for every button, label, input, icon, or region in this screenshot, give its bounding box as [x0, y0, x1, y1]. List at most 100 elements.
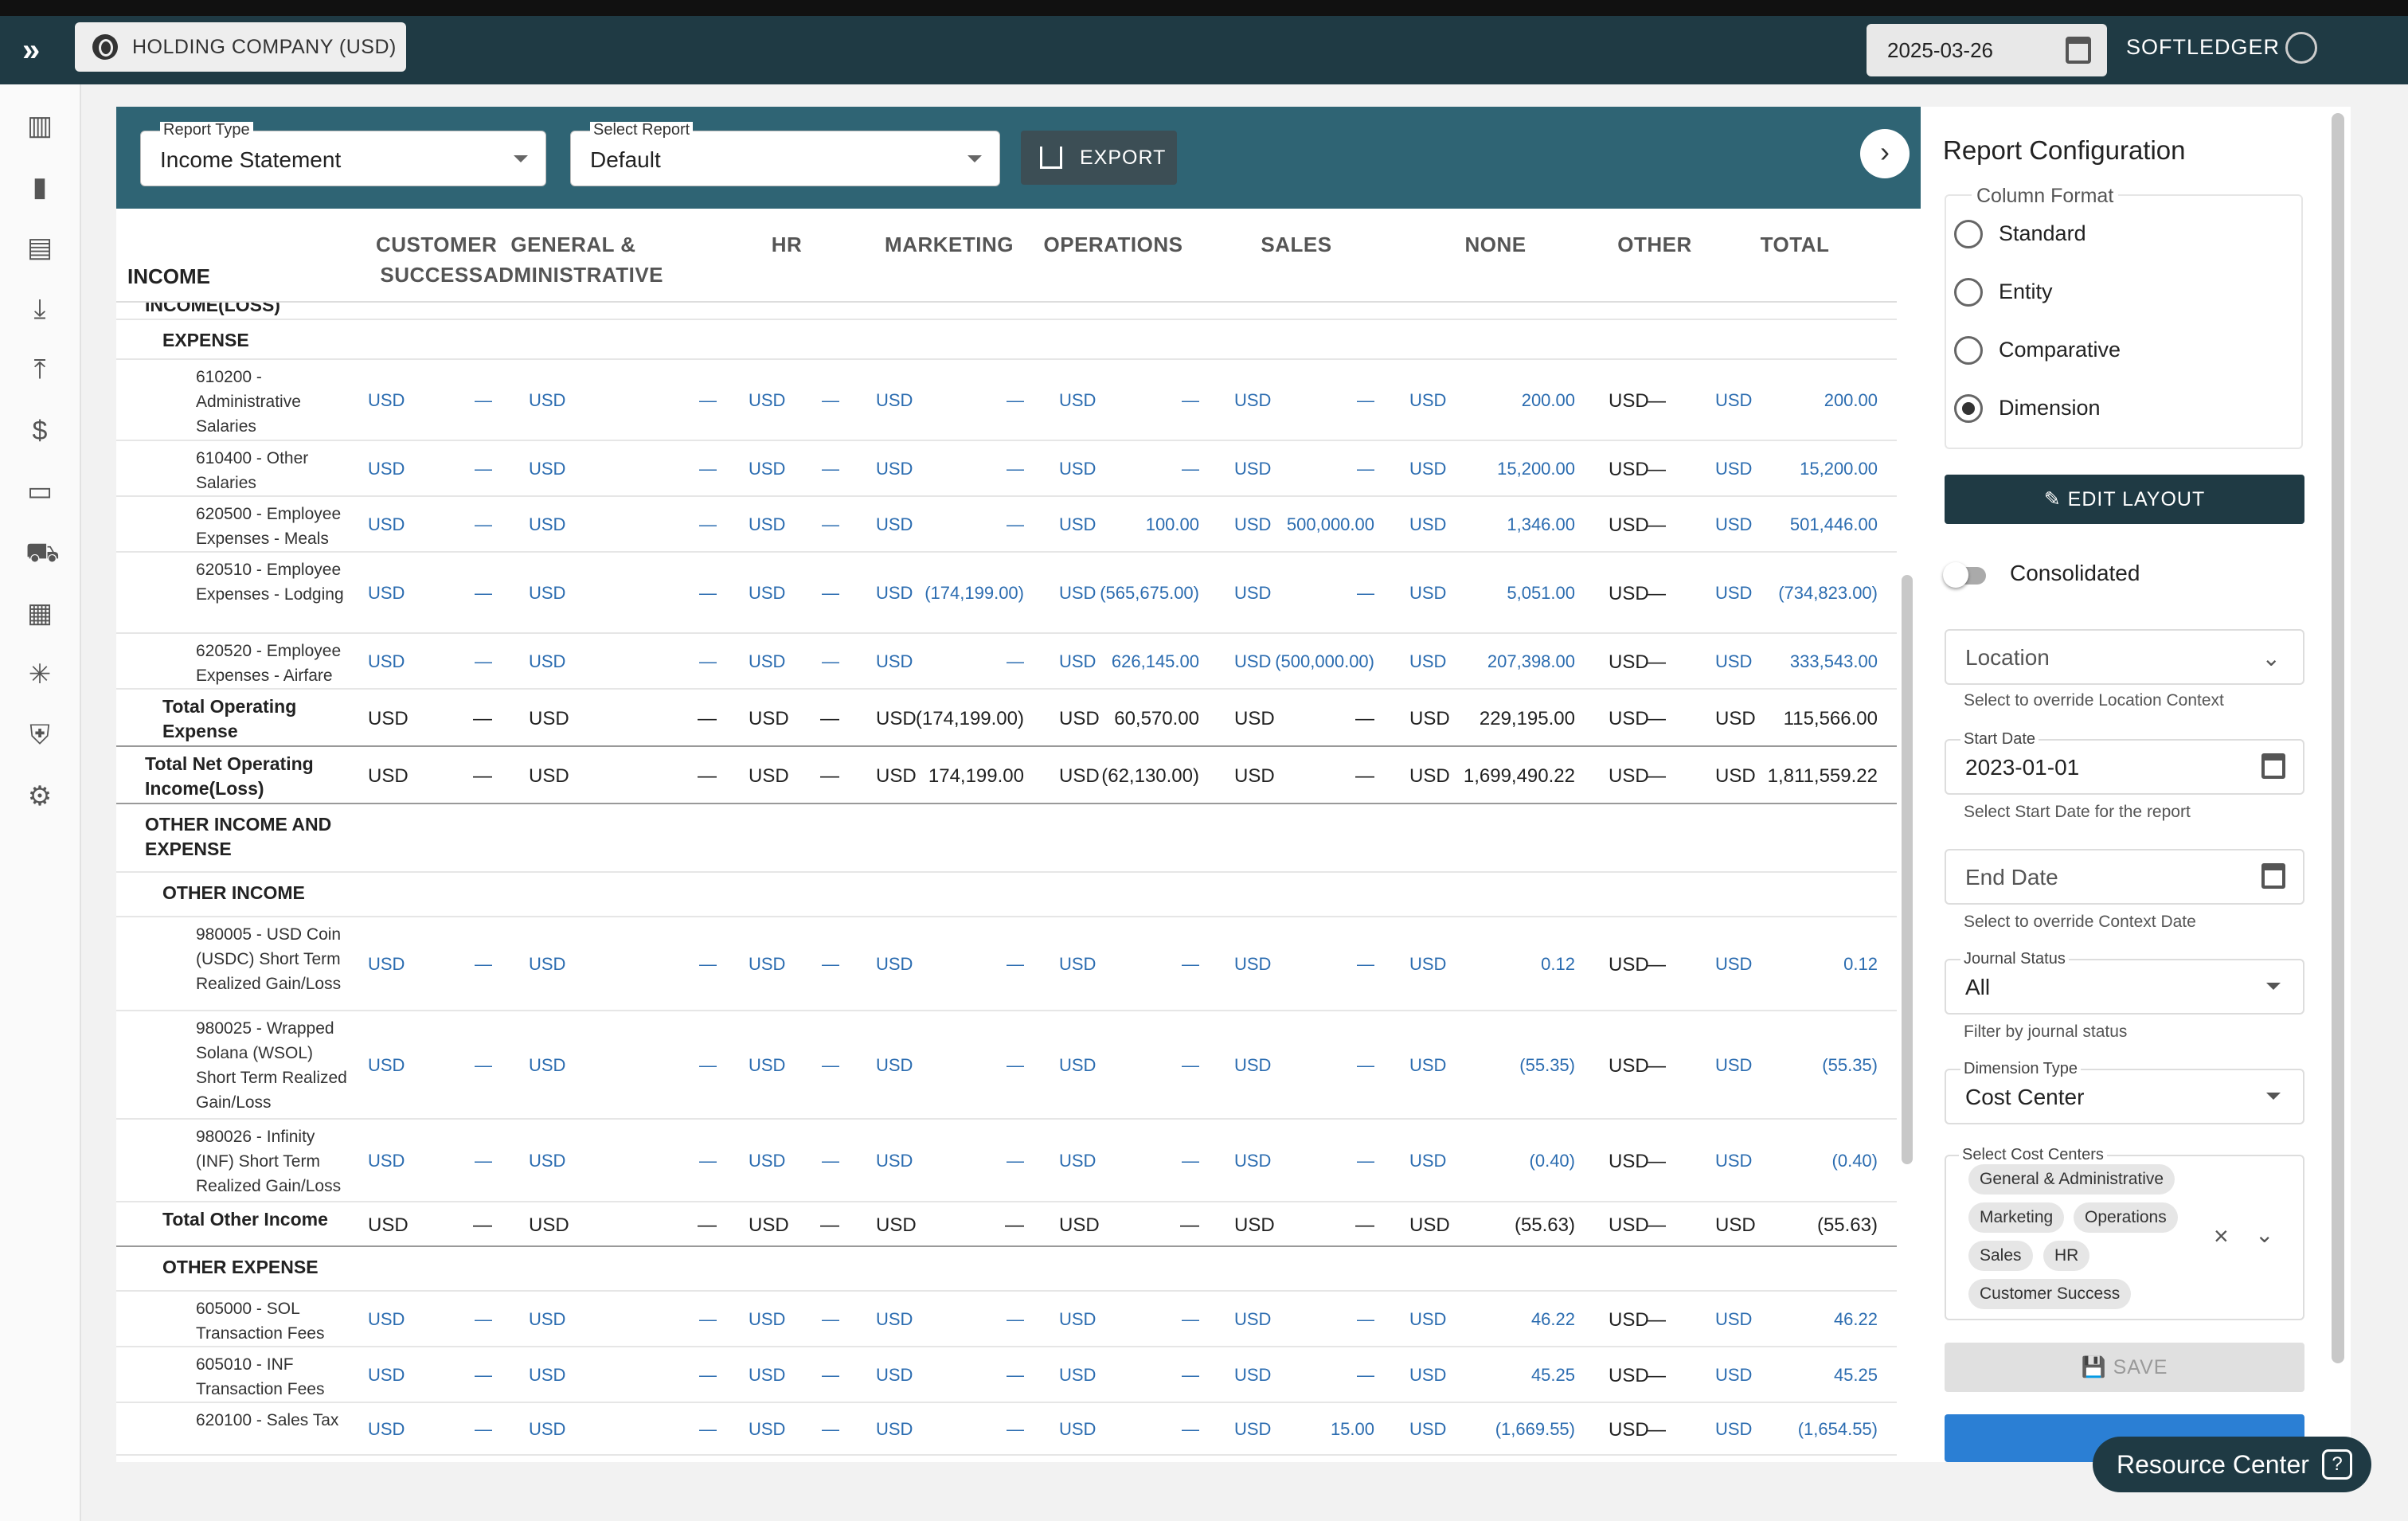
cell-amount[interactable]: 200.00 [1824, 390, 1878, 411]
cell-currency[interactable]: USD [876, 651, 913, 672]
consolidated-toggle[interactable] [1943, 562, 1988, 588]
cell-amount[interactable]: — [1647, 583, 1666, 605]
upload-icon[interactable]: ⤒ [25, 355, 54, 384]
cell-amount[interactable]: — [473, 765, 492, 788]
cell-currency[interactable]: USD [1409, 954, 1446, 975]
next-arrow-button[interactable]: › [1860, 129, 1910, 178]
cell-amount[interactable]: — [699, 390, 717, 411]
cell-amount[interactable]: — [1182, 1151, 1199, 1171]
cell-amount[interactable]: — [699, 1419, 717, 1440]
cell-amount[interactable]: 60,570.00 [1114, 708, 1199, 730]
cell-currency[interactable]: USD [1409, 583, 1446, 604]
cell-currency[interactable]: USD [529, 459, 565, 479]
cell-currency[interactable]: USD [1059, 514, 1096, 535]
cell-currency[interactable]: USD [1059, 1151, 1096, 1171]
edit-layout-button[interactable]: ✎ EDIT LAYOUT [1945, 475, 2304, 524]
cell-currency[interactable]: USD [749, 1214, 789, 1237]
cell-currency[interactable]: USD [1234, 459, 1271, 479]
cell-currency[interactable]: USD [876, 583, 913, 604]
select-report-select[interactable]: Select Report Default [570, 122, 1000, 186]
cell-amount[interactable]: — [822, 1309, 839, 1330]
cell-currency[interactable]: USD [368, 1365, 405, 1386]
cell-currency[interactable]: USD [368, 1214, 408, 1237]
cell-amount[interactable]: 46.22 [1834, 1309, 1878, 1330]
cell-currency[interactable]: USD [749, 583, 785, 604]
column-header[interactable]: NONE [1448, 229, 1543, 260]
cost-center-chip[interactable]: General & Administrative [1968, 1164, 2175, 1195]
column-header[interactable]: GENERAL & ADMINISTRATIVE [470, 229, 677, 290]
cell-currency[interactable]: USD [749, 765, 789, 788]
cell-amount[interactable]: — [822, 1365, 839, 1386]
cell-amount[interactable]: — [1007, 1055, 1024, 1076]
cell-amount[interactable]: — [1355, 1214, 1374, 1237]
cell-amount[interactable]: 46.22 [1531, 1309, 1575, 1330]
cell-amount[interactable]: — [1647, 954, 1666, 976]
cell-amount[interactable]: — [475, 1151, 492, 1171]
cost-center-chip[interactable]: Sales [1968, 1241, 2033, 1271]
cell-amount[interactable]: — [1182, 1365, 1199, 1386]
cell-amount[interactable]: — [1647, 459, 1666, 481]
cell-currency[interactable]: USD [1609, 651, 1649, 674]
cell-currency[interactable]: USD [1059, 583, 1096, 604]
cell-currency[interactable]: USD [529, 954, 565, 975]
cell-amount[interactable]: — [1357, 1365, 1374, 1386]
cell-currency[interactable]: USD [749, 1055, 785, 1076]
cell-amount[interactable]: — [1007, 651, 1024, 672]
cell-currency[interactable]: USD [368, 651, 405, 672]
cell-currency[interactable]: USD [1234, 1214, 1275, 1237]
cell-amount[interactable]: — [1182, 390, 1199, 411]
cost-center-chip[interactable]: Marketing [1968, 1202, 2065, 1233]
cell-amount[interactable]: (500,000.00) [1275, 651, 1374, 672]
cell-currency[interactable]: USD [1609, 1151, 1649, 1173]
cell-amount[interactable]: 5,051.00 [1507, 583, 1575, 604]
cell-currency[interactable]: USD [749, 708, 789, 730]
cell-amount[interactable]: — [475, 459, 492, 479]
start-date-field[interactable]: Start Date 2023-01-01 [1945, 731, 2304, 795]
company-selector[interactable]: HOLDING COMPANY (USD) [75, 22, 406, 72]
cell-amount[interactable]: — [1007, 514, 1024, 535]
cell-amount[interactable]: — [1355, 765, 1374, 788]
cell-amount[interactable]: (55.35) [1822, 1055, 1878, 1076]
cell-amount[interactable]: — [473, 1214, 492, 1237]
cell-currency[interactable]: USD [1234, 583, 1271, 604]
dashboard-icon[interactable]: ▥ [25, 111, 54, 140]
cell-currency[interactable]: USD [1059, 765, 1100, 788]
cell-amount[interactable]: — [699, 583, 717, 604]
cell-amount[interactable]: (0.40) [1832, 1151, 1878, 1171]
cell-amount[interactable]: 229,195.00 [1480, 708, 1575, 730]
cell-amount[interactable]: 333,543.00 [1790, 651, 1878, 672]
cell-currency[interactable]: USD [1715, 1055, 1752, 1076]
cost-center-chip[interactable]: Operations [2074, 1202, 2178, 1233]
cell-amount[interactable]: — [699, 1309, 717, 1330]
cell-currency[interactable]: USD [529, 1365, 565, 1386]
cell-currency[interactable]: USD [1409, 390, 1446, 411]
cell-currency[interactable]: USD [1409, 1151, 1446, 1171]
radio-dimension[interactable] [1954, 394, 1983, 423]
cell-currency[interactable]: USD [368, 1055, 405, 1076]
cell-amount[interactable]: — [1180, 1214, 1199, 1237]
cell-currency[interactable]: USD [1234, 514, 1271, 535]
cell-currency[interactable]: USD [876, 1365, 913, 1386]
credit-card-icon[interactable]: ▭ [25, 477, 54, 506]
cell-amount[interactable]: — [1007, 1365, 1024, 1386]
cell-currency[interactable]: USD [1609, 708, 1649, 730]
cell-amount[interactable]: — [475, 651, 492, 672]
cell-amount[interactable]: (55.35) [1519, 1055, 1575, 1076]
cell-currency[interactable]: USD [529, 1309, 565, 1330]
cell-currency[interactable]: USD [1059, 459, 1096, 479]
cell-amount[interactable]: — [822, 390, 839, 411]
cell-amount[interactable]: 15,200.00 [1497, 459, 1575, 479]
cell-currency[interactable]: USD [1715, 651, 1752, 672]
cell-amount[interactable]: — [1355, 708, 1374, 730]
cell-currency[interactable]: USD [368, 1151, 405, 1171]
radio-standard[interactable] [1954, 220, 1983, 248]
cell-currency[interactable]: USD [1234, 708, 1275, 730]
cell-amount[interactable]: (174,199.00) [916, 708, 1024, 730]
clear-icon[interactable]: × [2214, 1222, 2229, 1251]
cell-amount[interactable]: — [1647, 514, 1666, 537]
cell-amount[interactable]: — [1357, 954, 1374, 975]
cell-amount[interactable]: — [698, 1214, 717, 1237]
cell-currency[interactable]: USD [1715, 514, 1752, 535]
cell-amount[interactable]: 45.25 [1834, 1365, 1878, 1386]
calendar-icon[interactable] [2261, 753, 2285, 779]
